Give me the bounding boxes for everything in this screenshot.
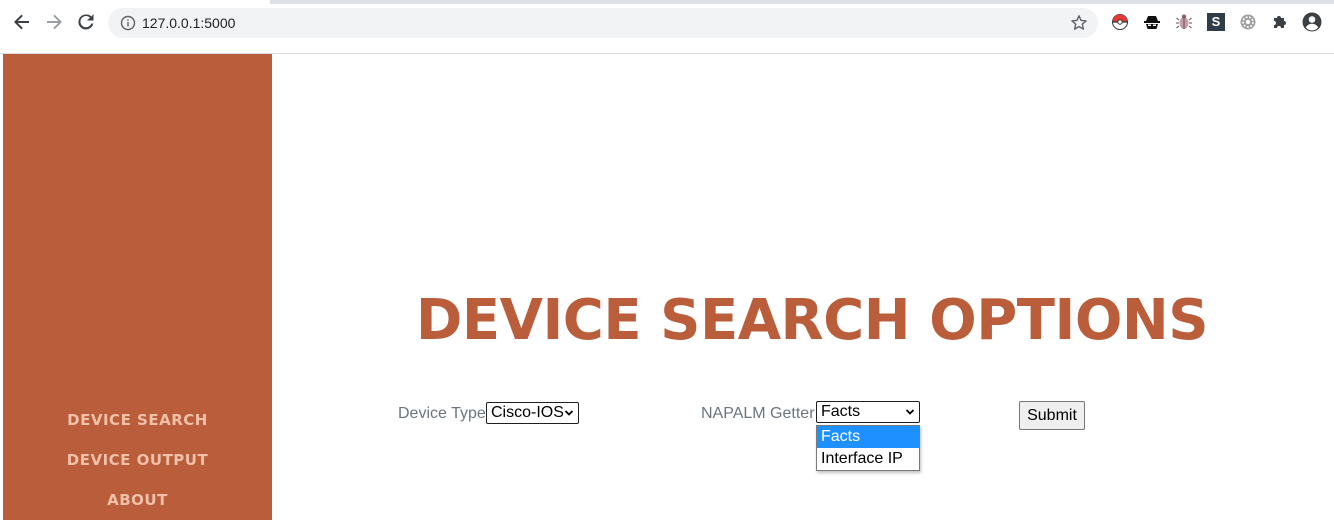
- puzzle-extensions-icon[interactable]: [1270, 12, 1290, 32]
- device-type-select[interactable]: Cisco-IOS: [486, 402, 579, 424]
- s-extension-letter: S: [1207, 13, 1225, 31]
- info-icon[interactable]: [120, 15, 136, 31]
- forward-icon[interactable]: [43, 11, 65, 33]
- dropdown-option-interface-ip[interactable]: Interface IP: [817, 448, 919, 470]
- tab-strip-edge: [270, 0, 1334, 4]
- reload-icon[interactable]: [75, 11, 97, 33]
- chevron-down-icon: [905, 409, 915, 415]
- profile-icon[interactable]: [1302, 12, 1322, 32]
- spy-extension-icon[interactable]: [1142, 12, 1162, 32]
- bug-extension-icon[interactable]: [1174, 12, 1194, 32]
- back-icon[interactable]: [11, 11, 33, 33]
- browser-toolbar: 127.0.0.1:5000 S: [0, 0, 1334, 54]
- address-bar[interactable]: 127.0.0.1:5000: [108, 8, 1098, 38]
- napalm-getter-label: NAPALM Getter: [701, 405, 815, 422]
- sidebar-item-device-search[interactable]: DEVICE SEARCH: [3, 411, 272, 429]
- sidebar-item-device-output[interactable]: DEVICE OUTPUT: [3, 451, 272, 469]
- napalm-getter-select[interactable]: Facts: [816, 401, 920, 423]
- napalm-getter-dropdown: Facts Interface IP: [816, 425, 920, 471]
- bookmark-star-icon[interactable]: [1070, 14, 1088, 32]
- dropdown-option-facts[interactable]: Facts: [817, 426, 919, 448]
- sidebar-item-about[interactable]: ABOUT: [3, 491, 272, 509]
- sidebar: DEVICE SEARCH DEVICE OUTPUT ABOUT: [3, 54, 272, 520]
- chevron-down-icon: [564, 410, 574, 416]
- url-text[interactable]: 127.0.0.1:5000: [142, 15, 235, 31]
- napalm-getter-value: Facts: [821, 403, 861, 420]
- page-title: DEVICE SEARCH OPTIONS: [415, 288, 1209, 353]
- gear-extension-icon[interactable]: [1238, 12, 1258, 32]
- device-type-value: Cisco-IOS: [491, 404, 564, 421]
- device-type-label: Device Type: [398, 405, 486, 422]
- submit-button[interactable]: Submit: [1019, 401, 1085, 430]
- s-extension-icon[interactable]: S: [1206, 12, 1226, 32]
- pokeball-extension-icon[interactable]: [1110, 12, 1130, 32]
